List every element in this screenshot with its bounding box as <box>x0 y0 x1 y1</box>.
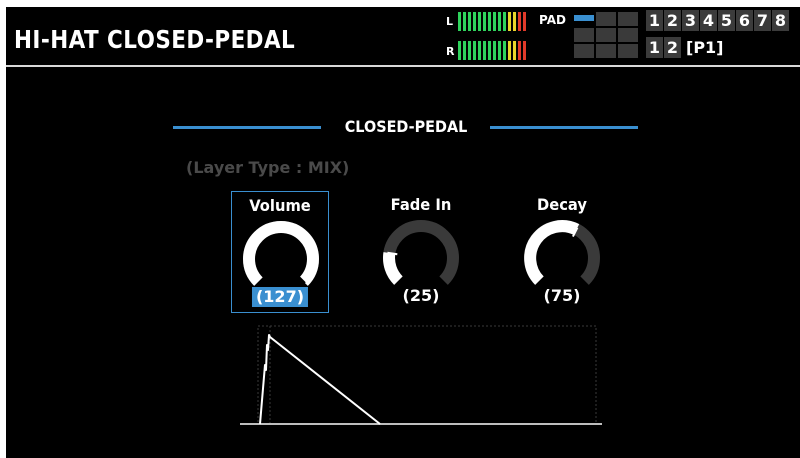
layer-type-label: (Layer Type : MIX) <box>186 158 350 177</box>
meter-segment <box>473 12 476 31</box>
meter-segment <box>503 41 506 60</box>
meter-segment <box>518 41 521 60</box>
meter-segment <box>468 12 471 31</box>
header-bar: HI-HAT CLOSED-PEDAL L R PAD 1 2 3 4 5 6 … <box>6 7 800 65</box>
pad-grid[interactable] <box>574 12 640 60</box>
kit-number-row-bottom: 1 2 [P1] <box>646 37 723 58</box>
kit-number[interactable]: 4 <box>700 10 717 31</box>
knob-value: (25) <box>402 286 440 305</box>
meter-segment <box>503 12 506 31</box>
meter-segment <box>493 41 496 60</box>
kit-number[interactable]: 2 <box>664 37 681 58</box>
kit-number[interactable]: 8 <box>772 10 789 31</box>
meter-segment <box>498 41 501 60</box>
meter-segment <box>458 41 461 60</box>
header-divider <box>6 65 800 67</box>
meter-segment <box>508 41 511 60</box>
meter-segment <box>493 12 496 31</box>
meter-segment <box>458 12 461 31</box>
meter-segment <box>513 12 516 31</box>
meter-segment <box>483 41 486 60</box>
kit-number[interactable]: 3 <box>682 10 699 31</box>
knob-dial-icon <box>524 220 600 285</box>
meter-segment <box>523 41 526 60</box>
pad-label: PAD <box>539 13 566 27</box>
knob-value: (127) <box>251 287 309 307</box>
pad-cell[interactable] <box>596 44 616 58</box>
page-title: HI-HAT CLOSED-PEDAL <box>14 25 296 54</box>
section-rule-right <box>490 126 638 129</box>
level-meter-right <box>458 41 526 60</box>
meter-segment <box>463 12 466 31</box>
meter-segment <box>508 12 511 31</box>
meter-segment <box>478 41 481 60</box>
meter-segment <box>488 41 491 60</box>
knob-label: Volume <box>249 196 311 215</box>
knob-label: Decay <box>536 195 587 214</box>
pad-cell-active[interactable] <box>574 15 594 21</box>
kit-number[interactable]: 6 <box>736 10 753 31</box>
volume-knob[interactable]: Volume (127) <box>231 191 329 313</box>
envelope-graph <box>240 325 602 425</box>
knob-label: Fade In <box>390 195 452 214</box>
fade-in-knob[interactable]: Fade In (25) <box>372 191 470 313</box>
meter-segment <box>473 41 476 60</box>
decay-knob[interactable]: Decay (75) <box>513 191 611 313</box>
meter-segment <box>468 41 471 60</box>
meter-segment <box>463 41 466 60</box>
meter-segment <box>518 12 521 31</box>
kit-number[interactable]: 2 <box>664 10 681 31</box>
pad-cell[interactable] <box>618 28 638 42</box>
kit-page-indicator: [P1] <box>686 38 724 57</box>
pad-cell[interactable] <box>574 44 594 58</box>
kit-number[interactable]: 7 <box>754 10 771 31</box>
meter-segment <box>478 12 481 31</box>
kit-number[interactable]: 1 <box>646 10 663 31</box>
meter-right-label: R <box>446 45 455 58</box>
meter-left-label: L <box>446 15 454 28</box>
meter-segment <box>523 12 526 31</box>
screen: HI-HAT CLOSED-PEDAL L R PAD 1 2 3 4 5 6 … <box>6 7 800 458</box>
level-meter-left <box>458 12 526 31</box>
knob-value: (75) <box>543 286 581 305</box>
knob-dial-icon <box>243 221 319 286</box>
meter-segment <box>513 41 516 60</box>
meter-segment <box>488 12 491 31</box>
knob-dial-icon <box>383 220 459 285</box>
section-title: CLOSED-PEDAL <box>344 117 468 136</box>
pad-cell[interactable] <box>596 12 616 26</box>
pad-cell[interactable] <box>618 44 638 58</box>
meter-segment <box>498 12 501 31</box>
section-rule-left <box>173 126 321 129</box>
pad-cell[interactable] <box>596 28 616 42</box>
kit-number[interactable]: 5 <box>718 10 735 31</box>
kit-number[interactable]: 1 <box>646 37 663 58</box>
pad-cell[interactable] <box>574 28 594 42</box>
meter-segment <box>483 12 486 31</box>
pad-cell[interactable] <box>618 12 638 26</box>
kit-number-row-top: 1 2 3 4 5 6 7 8 <box>646 10 789 31</box>
